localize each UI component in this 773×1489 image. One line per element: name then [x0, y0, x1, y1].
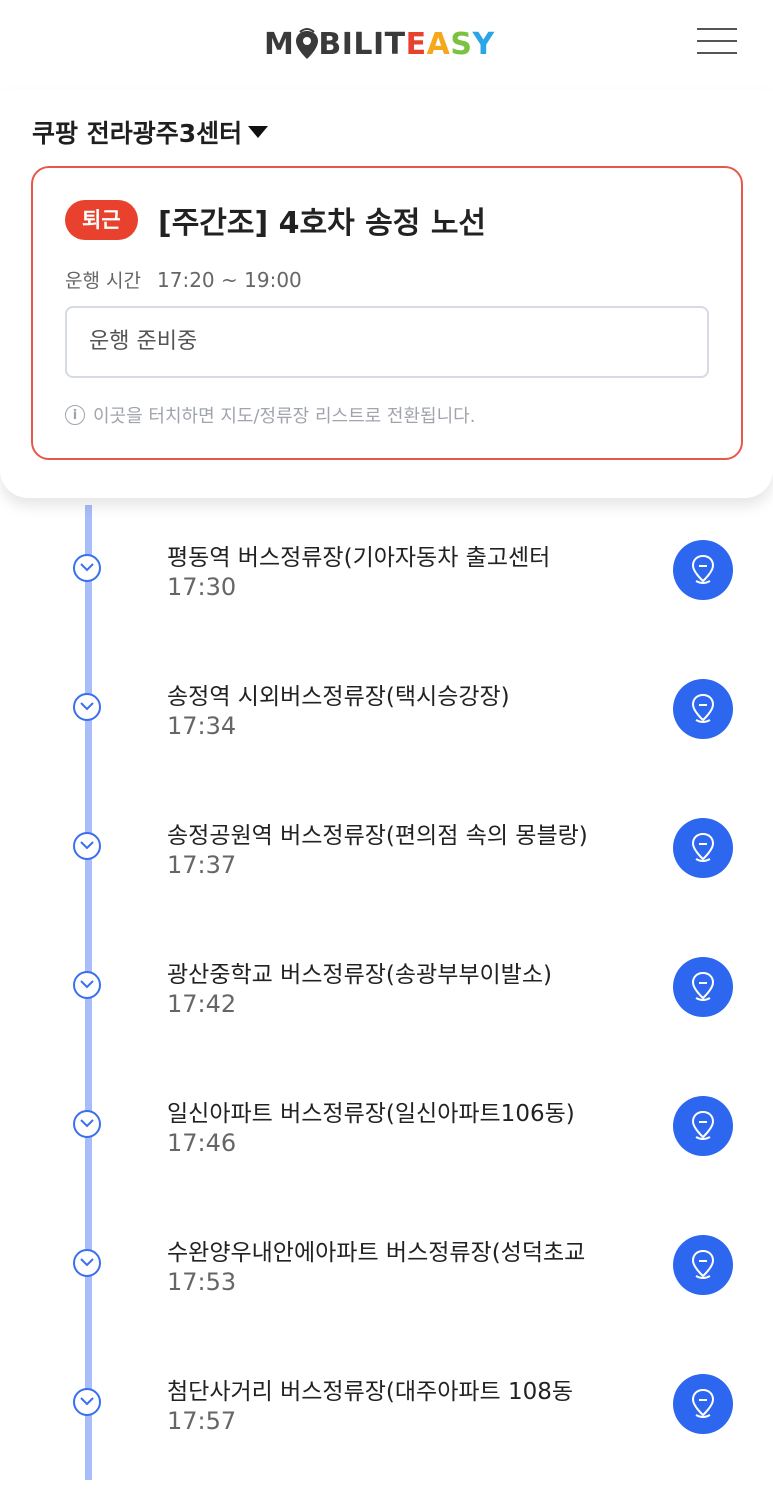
stop-name: 평동역 버스정류장(기아자동차 출고센터	[167, 545, 551, 571]
stop-name: 송정공원역 버스정류장(편의점 속의 몽블랑)	[167, 823, 588, 849]
stop-item: 송정공원역 버스정류장(편의점 속의 몽블랑) 17:37	[0, 780, 773, 918]
operation-time: 운행 시간 17:20 ~ 19:00	[65, 266, 302, 293]
logo-part2: BILIT	[318, 26, 406, 62]
expand-chevron-icon[interactable]	[73, 693, 101, 721]
stop-name: 첨단사거리 버스정류장(대주아파트 108동	[167, 1379, 574, 1405]
mobiliteasy-logo: M BILIT E A S Y	[264, 24, 495, 64]
route-title: [주간조] 4호차 송정 노선	[158, 206, 487, 241]
stop-time: 17:53	[167, 1268, 237, 1296]
hint-text: 이곳을 터치하면 지도/정류장 리스트로 전환됩니다.	[93, 406, 476, 427]
expand-chevron-icon[interactable]	[73, 971, 101, 999]
map-pin-icon	[691, 554, 715, 584]
info-icon: i	[65, 405, 85, 425]
logo-part1: M	[264, 26, 295, 62]
toggle-hint: i 이곳을 터치하면 지도/정류장 리스트로 전환됩니다.	[65, 402, 475, 428]
stop-map-button[interactable]	[673, 1096, 733, 1156]
expand-chevron-icon[interactable]	[73, 1110, 101, 1138]
caret-down-icon	[248, 126, 269, 138]
stop-name: 송정역 시외버스정류장(택시승강장)	[167, 684, 510, 710]
stop-name: 일신아파트 버스정류장(일신아파트106동)	[167, 1101, 575, 1127]
stop-item: 평동역 버스정류장(기아자동차 출고센터 17:30	[0, 502, 773, 640]
stop-item: 송정역 시외버스정류장(택시승강장) 17:34	[0, 641, 773, 779]
map-pin-icon	[691, 1110, 715, 1140]
stop-map-button[interactable]	[673, 1374, 733, 1434]
operation-time-value: 17:20 ~ 19:00	[157, 268, 302, 292]
stop-map-button[interactable]	[673, 1235, 733, 1295]
expand-chevron-icon[interactable]	[73, 1249, 101, 1277]
hamburger-menu-icon[interactable]	[697, 26, 737, 56]
map-pin-icon	[691, 1249, 715, 1279]
map-pin-icon	[691, 693, 715, 723]
stop-name: 광산중학교 버스정류장(송광부부이발소)	[167, 962, 552, 988]
center-selector[interactable]: 쿠팡 전라광주3센터	[32, 114, 269, 150]
stop-map-button[interactable]	[673, 679, 733, 739]
stop-time: 17:37	[167, 851, 237, 879]
location-pin-icon	[295, 28, 319, 59]
stop-item: 광산중학교 버스정류장(송광부부이발소) 17:42	[0, 919, 773, 1057]
route-summary-panel: 쿠팡 전라광주3센터 퇴근 [주간조] 4호차 송정 노선 운행 시간 17:2…	[0, 90, 773, 498]
stop-map-button[interactable]	[673, 540, 733, 600]
stop-map-button[interactable]	[673, 957, 733, 1017]
operation-status: 운행 준비중	[65, 306, 709, 378]
commute-badge: 퇴근	[65, 200, 138, 240]
operation-time-label: 운행 시간	[65, 270, 141, 292]
stop-time: 17:46	[167, 1129, 237, 1157]
stop-item: 일신아파트 버스정류장(일신아파트106동) 17:46	[0, 1058, 773, 1196]
logo-y: Y	[472, 26, 495, 62]
expand-chevron-icon[interactable]	[73, 554, 101, 582]
stop-time: 17:57	[167, 1407, 237, 1435]
expand-chevron-icon[interactable]	[73, 832, 101, 860]
stop-item: 첨단사거리 버스정류장(대주아파트 108동 17:57	[0, 1336, 773, 1474]
logo-e: E	[405, 26, 427, 62]
app-header: M BILIT E A S Y	[0, 0, 773, 90]
stop-time: 17:34	[167, 712, 237, 740]
stop-map-button[interactable]	[673, 818, 733, 878]
expand-chevron-icon[interactable]	[73, 1388, 101, 1416]
stop-item: 수완양우내안에아파트 버스정류장(성덕초교 17:53	[0, 1197, 773, 1335]
stop-time: 17:42	[167, 990, 237, 1018]
center-name: 쿠팡 전라광주3센터	[32, 119, 243, 148]
route-card[interactable]: 퇴근 [주간조] 4호차 송정 노선 운행 시간 17:20 ~ 19:00 운…	[31, 166, 743, 460]
map-pin-icon	[691, 832, 715, 862]
logo-s: S	[450, 26, 473, 62]
logo-a: A	[426, 26, 451, 62]
stop-name: 수완양우내안에아파트 버스정류장(성덕초교	[167, 1240, 586, 1266]
stop-time: 17:30	[167, 573, 237, 601]
map-pin-icon	[691, 971, 715, 1001]
map-pin-icon	[691, 1388, 715, 1418]
